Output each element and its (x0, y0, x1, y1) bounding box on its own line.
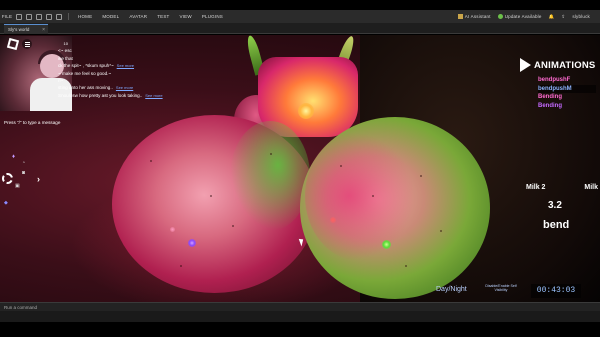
ai-icon (457, 14, 463, 20)
speck (150, 160, 152, 162)
menu-plugins[interactable]: PLUGINS (202, 14, 223, 19)
milk-2-label: Milk 2 (526, 184, 546, 191)
day-night-button[interactable]: Day/Night (436, 286, 467, 293)
command-input[interactable]: Run a command (4, 305, 37, 310)
chat-line: ck the spit~ , *skum spuh*~ See more (58, 62, 198, 69)
speck (180, 265, 182, 267)
chat-line: n~ (58, 77, 198, 84)
speck (270, 153, 272, 155)
core-gui-icons (6, 37, 32, 51)
share-icon[interactable]: ⇪ (561, 14, 565, 20)
letterbox-bottom (0, 322, 600, 337)
studio-menubar: FILE HOME MODEL AVATAR TEST VIEW PLUGINS… (0, 10, 600, 23)
ai-assistant-button[interactable]: AI Assistant (457, 13, 491, 20)
state-label: bend (543, 219, 570, 231)
chat-message: n~ (58, 78, 64, 84)
speck (210, 195, 212, 197)
menu-home[interactable]: HOME (78, 14, 92, 19)
marker-icon[interactable]: ◆ (4, 200, 8, 206)
user-menu[interactable]: slybluck (572, 14, 590, 19)
see-more-link[interactable]: See more (116, 84, 133, 91)
color-glow (305, 131, 415, 261)
animation-item-bending-2[interactable]: Bending (538, 102, 596, 111)
redo-icon[interactable] (46, 13, 52, 20)
speck (405, 265, 407, 267)
chat-message: sting onto her ass moving.. (58, 85, 113, 91)
chat-message: ck the spit~ , *skum spuh*~ (58, 63, 114, 69)
animations-title: ANIMATIONS (534, 59, 596, 71)
light-glow (330, 217, 336, 223)
milk-value: 3.2 (548, 200, 562, 211)
chat-line: Snouldsw how pretty ast you look taking.… (58, 92, 198, 99)
speck (440, 230, 442, 232)
see-more-link[interactable]: See more (145, 92, 162, 99)
animations-header[interactable]: ANIMATIONS (520, 58, 595, 72)
save-icon[interactable] (16, 13, 22, 20)
tab-place[interactable]: Sly's world × (4, 24, 48, 34)
update-label: Update Available (504, 13, 542, 19)
chat-message: ike that (58, 55, 73, 61)
tab-label: Sly's world (8, 27, 30, 32)
chat-unread-badge: 10 (63, 41, 68, 46)
animation-item-bending[interactable]: Bending (538, 93, 596, 102)
color-glow (230, 121, 310, 231)
milk-label: Milk (584, 184, 598, 191)
session-timer: 00:43:03 (531, 284, 581, 298)
hamburger-lines (24, 43, 30, 45)
see-more-link[interactable]: See more (117, 62, 134, 69)
document-tabbar: Sly's world × (0, 23, 600, 34)
light-glow (188, 239, 196, 247)
chat-line: <~ esc (58, 47, 198, 54)
animations-list: bendpushF bendpushM Bending Bending (538, 76, 596, 111)
command-bar[interactable]: Run a command (0, 302, 600, 311)
speck (420, 175, 422, 177)
file-menu[interactable]: FILE (0, 14, 14, 19)
headphones-icon[interactable]: ◔ (22, 160, 25, 166)
roblox-menu-icon[interactable] (6, 37, 20, 51)
close-tab-icon[interactable]: × (42, 27, 45, 33)
menu-test[interactable]: TEST (157, 14, 169, 19)
chat-line: ~ make me feel so good.~ (58, 70, 198, 77)
light-glow (382, 240, 391, 249)
menubar-right: AI Assistant Update Available 🔔 ⇪ slyblu… (457, 13, 600, 20)
chat-line: ike that (58, 55, 198, 62)
bell-icon[interactable]: 🔔 (549, 14, 555, 20)
letterbox-top (0, 0, 600, 9)
ai-assistant-label: AI Assistant (464, 13, 491, 19)
hamburger-menu-icon[interactable] (22, 39, 32, 49)
chevron-right-icon[interactable]: › (37, 174, 40, 184)
separator (68, 13, 69, 20)
menu-avatar[interactable]: AVATAR (129, 14, 147, 19)
menu-view[interactable]: VIEW (180, 14, 192, 19)
light-glow (170, 227, 175, 232)
chat-message: <~ esc (58, 48, 72, 54)
gear-icon[interactable] (2, 173, 13, 184)
chat-window[interactable]: 10 <~ esc ike that ck the spit~ , *skum … (58, 40, 198, 99)
self-visibility-button[interactable]: Disable/Enable Self Visibility (481, 284, 521, 292)
animation-item-bendpushm[interactable]: bendpushM (538, 84, 596, 94)
animation-item-bendpushf[interactable]: bendpushF (538, 76, 596, 85)
undo-icon[interactable] (36, 13, 42, 20)
emote-icon[interactable]: ♦ (12, 154, 52, 160)
chat-badge-line: 10 (54, 40, 68, 47)
milk-stats: Milk 2 Milk (526, 184, 598, 191)
chat-input-hint[interactable]: Press "/" to type a message (4, 120, 60, 125)
speck (232, 225, 234, 227)
camera-icon[interactable]: ◙ (22, 170, 25, 176)
chat-message: ~ make me feel so good.~ (58, 70, 112, 76)
chat-line: sting onto her ass moving.. See more (58, 84, 198, 91)
status-bar (0, 311, 600, 322)
update-available-button[interactable]: Update Available (497, 13, 542, 20)
folder-icon[interactable] (26, 13, 32, 20)
update-icon (497, 14, 503, 20)
speck (372, 195, 374, 197)
chat-message: Snouldsw how pretty ast you look taking.… (58, 92, 143, 98)
menu-model[interactable]: MODEL (102, 14, 119, 19)
light-glow (298, 103, 314, 119)
play-icon (520, 58, 531, 72)
speck (340, 165, 342, 167)
copy-icon[interactable] (56, 13, 62, 20)
tool-icon[interactable]: ▣ (15, 183, 20, 189)
